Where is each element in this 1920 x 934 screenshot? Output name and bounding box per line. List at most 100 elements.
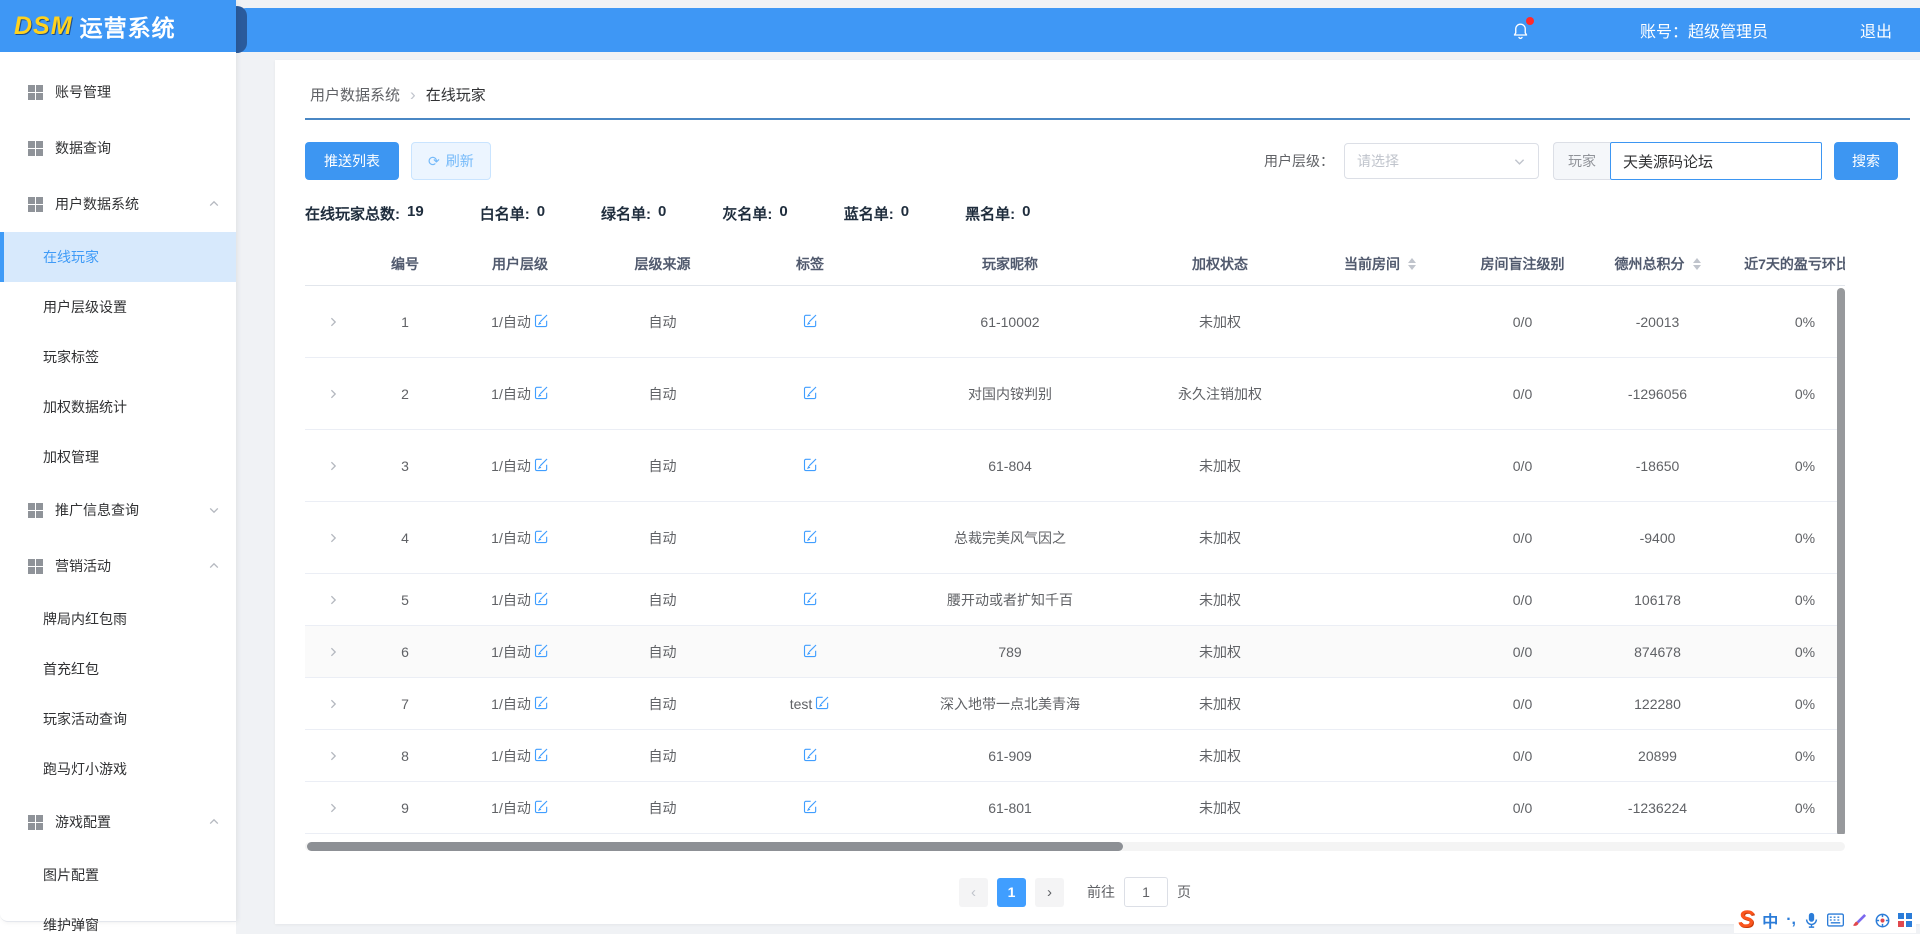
texas-points-cell: -1296056 [1590, 386, 1725, 402]
room-blind-level-cell: 0/0 [1455, 458, 1590, 474]
push-list-button[interactable]: 推送列表 [305, 142, 399, 180]
index-cell: 6 [360, 644, 450, 660]
sidebar-item-label: 加权管理 [43, 447, 99, 467]
sort-asc-icon[interactable] [1693, 258, 1701, 263]
sidebar-item-game-config[interactable]: 游戏配置 [0, 794, 236, 850]
edit-tag-icon[interactable] [803, 385, 818, 403]
sidebar-item-player-tags[interactable]: 玩家标签 [0, 332, 236, 382]
room-blind-level-cell: 0/0 [1455, 530, 1590, 546]
edit-user-level-icon[interactable] [534, 643, 549, 661]
edit-user-level-icon[interactable] [534, 799, 549, 817]
logo-title-text: 运营系统 [80, 9, 176, 43]
horizontal-scrollbar-thumb[interactable] [307, 842, 1123, 851]
edit-tag-icon[interactable] [803, 313, 818, 331]
sidebar-item-account-management[interactable]: 账号管理 [0, 64, 236, 120]
sort-desc-icon[interactable] [1693, 265, 1701, 270]
edit-user-level-icon[interactable] [534, 457, 549, 475]
edit-user-level-icon[interactable] [534, 695, 549, 713]
search-button[interactable]: 搜索 [1834, 142, 1898, 180]
expand-row-icon[interactable] [327, 388, 339, 400]
stat-label: 白名单: [480, 203, 530, 224]
table-header-row: 编号用户层级层级来源标签玩家昵称加权状态当前房间房间盲注级别德州总积分近7天的盈… [305, 242, 1845, 286]
level-source-cell: 自动 [590, 312, 735, 332]
voice-input-icon[interactable] [1804, 912, 1819, 928]
chinese-mode-icon[interactable]: 中 [1762, 908, 1778, 932]
texas-points-cell: 106178 [1590, 592, 1725, 608]
sidebar-item-image-config[interactable]: 图片配置 [0, 850, 236, 900]
sidebar-item-data-query[interactable]: 数据查询 [0, 120, 236, 176]
sidebar-item-first-recharge-redpacket[interactable]: 首充红包 [0, 644, 236, 694]
sidebar-item-promotion-info-query[interactable]: 推广信息查询 [0, 482, 236, 538]
goto-page-input[interactable] [1124, 877, 1168, 907]
sogou-logo-icon[interactable]: S [1738, 909, 1754, 931]
expand-row-icon[interactable] [327, 532, 339, 544]
sidebar-item-in-game-redpacket-rain[interactable]: 牌局内红包雨 [0, 594, 236, 644]
edit-user-level-icon[interactable] [534, 385, 549, 403]
edit-user-level-icon[interactable] [534, 747, 549, 765]
player-search-input[interactable] [1610, 142, 1822, 180]
table-row: 81/自动 自动 61-909未加权0/0208990% [305, 730, 1845, 782]
sidebar-item-player-activity-query[interactable]: 玩家活动查询 [0, 694, 236, 744]
nickname-cell: 腰开动或者扩知千百 [885, 590, 1135, 610]
soft-keyboard-icon[interactable] [1827, 913, 1844, 927]
sidebar-item-label: 在线玩家 [43, 247, 99, 267]
toolbox-icon[interactable] [1875, 913, 1890, 928]
notification-bell-icon[interactable] [1511, 20, 1530, 41]
edit-user-level-icon[interactable] [534, 591, 549, 609]
column-header-current-room[interactable]: 当前房间 [1305, 254, 1455, 274]
expand-row-icon[interactable] [327, 698, 339, 710]
column-header-label: 近7天的盈亏环比 [1744, 254, 1845, 274]
punctuation-mode-icon[interactable]: ·, [1786, 911, 1796, 929]
breadcrumb-parent[interactable]: 用户数据系统 [310, 84, 400, 105]
expand-row-icon[interactable] [327, 802, 339, 814]
expand-row-icon[interactable] [327, 750, 339, 762]
next-page-button[interactable]: › [1035, 878, 1064, 907]
expand-row-icon[interactable] [327, 460, 339, 472]
refresh-button[interactable]: ⟳ 刷新 [411, 142, 491, 180]
column-header-level-source: 层级来源 [590, 254, 735, 274]
sidebar-item-online-players[interactable]: 在线玩家 [0, 232, 236, 282]
index-cell: 4 [360, 530, 450, 546]
sort-caret-icon[interactable] [1408, 258, 1416, 270]
edit-tag-icon[interactable] [803, 799, 818, 817]
user-level-cell: 1/自动 [450, 312, 590, 332]
user-level-cell: 1/自动 [450, 642, 590, 662]
edit-user-level-icon[interactable] [534, 313, 549, 331]
column-header-last7days-pnl-ratio[interactable]: 近7天的盈亏环比 [1725, 254, 1845, 274]
edit-tag-icon[interactable] [803, 591, 818, 609]
expand-row-icon[interactable] [327, 594, 339, 606]
expand-cell [305, 802, 360, 814]
content-area: 用户数据系统 › 在线玩家 推送列表 ⟳ 刷新 用户层级： 请选择 [236, 52, 1920, 934]
logout-button[interactable]: 退出 [1860, 18, 1892, 42]
prev-page-button[interactable]: ‹ [959, 878, 988, 907]
user-level-select[interactable]: 请选择 [1344, 143, 1539, 179]
sidebar-item-user-level-settings[interactable]: 用户层级设置 [0, 282, 236, 332]
edit-tag-icon[interactable] [803, 457, 818, 475]
expand-cell [305, 388, 360, 400]
expand-row-icon[interactable] [327, 316, 339, 328]
sidebar-item-user-data-system[interactable]: 用户数据系统 [0, 176, 236, 232]
column-header-texas-total-points[interactable]: 德州总积分 [1590, 254, 1725, 274]
sidebar-item-marketing-activities[interactable]: 营销活动 [0, 538, 236, 594]
edit-tag-icon[interactable] [803, 643, 818, 661]
skin-brush-icon[interactable] [1852, 913, 1867, 928]
expand-row-icon[interactable] [327, 646, 339, 658]
sidebar-item-weighting-management[interactable]: 加权管理 [0, 432, 236, 482]
vertical-scrollbar[interactable] [1837, 288, 1845, 834]
sidebar-item-marquee-minigame[interactable]: 跑马灯小游戏 [0, 744, 236, 794]
sidebar-item-maintenance-popup[interactable]: 维护弹窗 [0, 900, 236, 934]
user-level-value: 1/自动 [491, 456, 531, 476]
sort-asc-icon[interactable] [1408, 258, 1416, 263]
grid-menu-icon[interactable] [1898, 913, 1912, 927]
edit-tag-icon[interactable] [815, 695, 830, 713]
user-level-label: 用户层级： [1264, 151, 1334, 171]
goto-suffix: 页 [1177, 882, 1191, 902]
current-page-button[interactable]: 1 [997, 878, 1026, 907]
edit-tag-icon[interactable] [803, 747, 818, 765]
sidebar-item-weighting-stats[interactable]: 加权数据统计 [0, 382, 236, 432]
sort-caret-icon[interactable] [1693, 258, 1701, 270]
edit-user-level-icon[interactable] [534, 529, 549, 547]
sort-desc-icon[interactable] [1408, 265, 1416, 270]
edit-tag-icon[interactable] [803, 529, 818, 547]
sidebar-item-label: 图片配置 [43, 865, 99, 885]
